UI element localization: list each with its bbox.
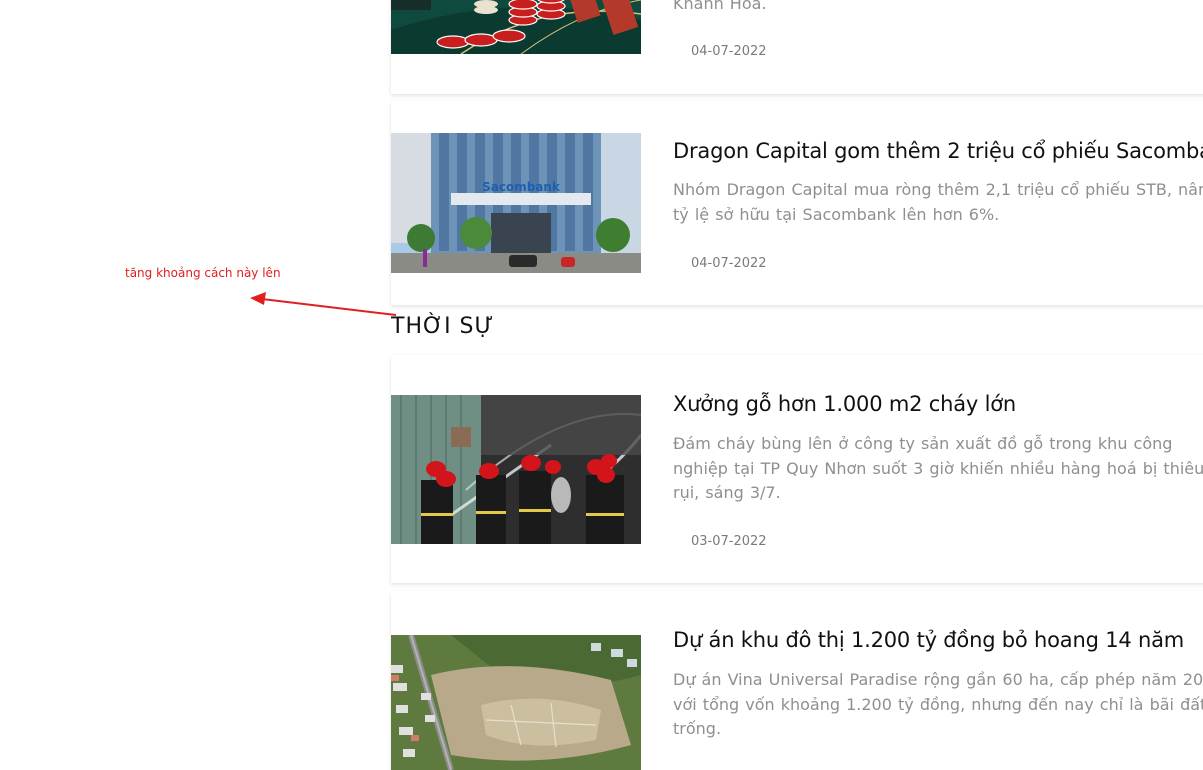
article-excerpt: Nhóm Dragon Capital mua ròng thêm 2,1 tr… bbox=[673, 180, 1203, 224]
annotation-note: tăng khoảng cách này lên bbox=[125, 266, 281, 280]
article-card[interactable]: Xưởng gỗ hơn 1.000 m2 cháy lớn Đám cháy … bbox=[391, 355, 1203, 583]
article-excerpt: Đám cháy bùng lên ở công ty sản xuất đồ … bbox=[673, 434, 1203, 502]
article-title[interactable]: Dragon Capital gom thêm 2 triệu cổ phiếu… bbox=[673, 139, 1203, 163]
article-title[interactable]: Dự án khu đô thị 1.200 tỷ đồng bỏ hoang … bbox=[673, 628, 1184, 652]
section-heading: THỜI SỰ bbox=[391, 314, 495, 339]
article-card[interactable]: Sacombank Dragon Capital gom thêm 2 triệ… bbox=[391, 101, 1203, 305]
sacombank-building-image: Sacombank bbox=[391, 133, 641, 273]
page: Khánh Hoà. 04-07-2022 Sacombank Dragon C… bbox=[0, 0, 1203, 770]
article-excerpt: Khánh Hoà. bbox=[673, 0, 767, 13]
firefighters-image bbox=[391, 395, 641, 544]
article-date: 04-07-2022 bbox=[691, 44, 767, 59]
article-thumbnail[interactable]: Sacombank bbox=[391, 133, 641, 273]
article-card[interactable]: Dự án khu đô thị 1.200 tỷ đồng bỏ hoang … bbox=[391, 591, 1203, 770]
article-title[interactable]: Xưởng gỗ hơn 1.000 m2 cháy lớn bbox=[673, 392, 1016, 416]
article-thumbnail[interactable] bbox=[391, 0, 641, 54]
article-excerpt: Dự án Vina Universal Paradise rộng gần 6… bbox=[673, 670, 1203, 738]
aerial-land-image bbox=[391, 635, 641, 770]
article-thumbnail[interactable] bbox=[391, 395, 641, 544]
casino-chips-image bbox=[391, 0, 641, 54]
building-sign: Sacombank bbox=[482, 180, 561, 194]
article-date: 03-07-2022 bbox=[691, 534, 767, 549]
article-thumbnail[interactable] bbox=[391, 635, 641, 770]
article-card[interactable]: Khánh Hoà. 04-07-2022 bbox=[391, 0, 1203, 94]
article-date: 04-07-2022 bbox=[691, 256, 767, 271]
